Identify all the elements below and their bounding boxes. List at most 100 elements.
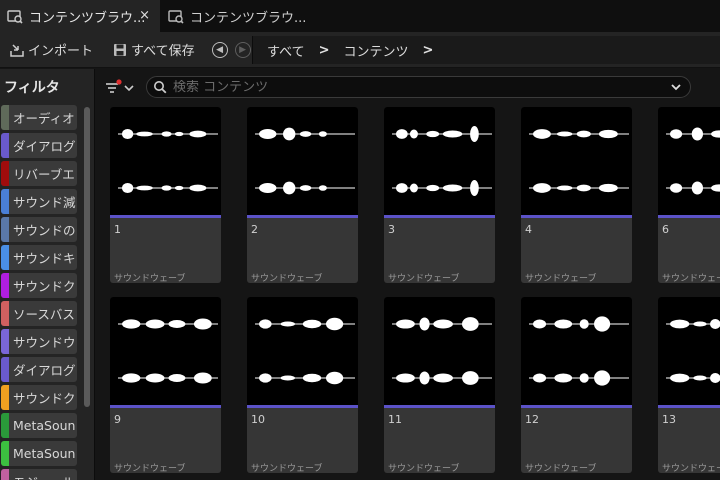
asset-tile[interactable]: 1 サウンドウェーブ xyxy=(110,107,221,283)
filter-label: サウンドの xyxy=(13,223,76,238)
asset-tile[interactable]: 2 サウンドウェーブ xyxy=(247,107,358,283)
chevron-down-icon[interactable] xyxy=(670,81,682,93)
filter-label: リバーブエ xyxy=(13,167,75,182)
filter-label: ソースバス xyxy=(13,307,75,322)
waveform-thumbnail xyxy=(247,107,358,215)
filter-item[interactable]: サウンドウ xyxy=(1,329,77,354)
back-arrow-icon[interactable]: ◀ xyxy=(211,41,228,58)
waveform-icon xyxy=(118,128,218,194)
forward-arrow-icon[interactable]: ▶ xyxy=(234,41,251,58)
filter-item[interactable]: ダイアログ xyxy=(1,357,77,382)
filter-label: ダイアログ xyxy=(13,363,76,378)
close-icon[interactable]: × xyxy=(139,8,150,24)
filter-label: モジュール xyxy=(13,472,75,480)
tab-content-browser-2[interactable]: コンテンツブラウ... xyxy=(161,0,311,32)
content-browser-icon xyxy=(7,10,23,24)
asset-type-label: サウンドウェーブ xyxy=(525,464,597,473)
filter-item[interactable]: サウンド減 xyxy=(1,189,77,214)
filter-label: サウンドク xyxy=(13,279,76,294)
asset-tile[interactable]: 13 サウンドウェーブ xyxy=(658,297,720,473)
filter-label: MetaSoun xyxy=(13,418,76,433)
filter-color-chip xyxy=(1,161,9,186)
search-row xyxy=(96,69,720,105)
save-all-button[interactable]: すべて保存 xyxy=(112,32,195,68)
search-input[interactable] xyxy=(173,79,613,95)
filter-label: オーディオ xyxy=(13,111,75,126)
filter-color-chip xyxy=(1,413,9,438)
asset-tile[interactable]: 3 サウンドウェーブ xyxy=(384,107,495,283)
waveform-thumbnail xyxy=(521,107,632,215)
asset-tile[interactable]: 4 サウンドウェーブ xyxy=(521,107,632,283)
asset-name: 6 xyxy=(662,223,669,236)
filter-color-chip xyxy=(1,245,9,270)
sidebar-scrollbar[interactable] xyxy=(84,107,90,407)
content-browser-icon xyxy=(168,10,184,24)
save-icon xyxy=(114,43,127,56)
toolbar: インポート すべて保存 ◀ ▶ すべて > コンテンツ > xyxy=(0,32,720,68)
filter-item[interactable]: MetaSoun xyxy=(1,441,77,466)
waveform-thumbnail xyxy=(658,297,720,405)
asset-name: 2 xyxy=(251,223,258,236)
breadcrumb: すべて > コンテンツ > xyxy=(252,36,720,64)
asset-type-bar xyxy=(110,405,221,408)
asset-tile[interactable]: 11 サウンドウェーブ xyxy=(384,297,495,473)
filter-label: ダイアログ xyxy=(13,139,76,154)
filter-color-chip xyxy=(1,105,9,130)
filter-color-chip xyxy=(1,385,9,410)
asset-tile[interactable]: 6 サウンドウェーブ xyxy=(658,107,720,283)
asset-type-bar xyxy=(110,215,221,218)
asset-name: 4 xyxy=(525,223,532,236)
chevron-right-icon[interactable]: > xyxy=(319,43,330,58)
filter-color-chip xyxy=(1,133,9,158)
waveform-icon xyxy=(666,318,720,384)
asset-tile[interactable]: 10 サウンドウェーブ xyxy=(247,297,358,473)
asset-type-bar xyxy=(658,215,720,218)
filter-item[interactable]: ダイアログ xyxy=(1,133,77,158)
filter-label: サウンドキ xyxy=(13,251,76,266)
filter-color-chip xyxy=(1,469,9,480)
content-browser-window: コンテンツブラウ... × コンテンツブラウ... インポート すべて保存 ◀ … xyxy=(0,0,720,480)
filter-item[interactable]: サウンドク xyxy=(1,385,77,410)
filter-item[interactable]: モジュール xyxy=(1,469,77,480)
search-box[interactable] xyxy=(146,76,691,98)
filter-sidebar: フィルタ オーディオ ダイアログ リバーブエ サウンド減 サウンドの サウンドキ サウンドク… xyxy=(0,69,95,480)
asset-name: 10 xyxy=(251,413,265,426)
asset-tile[interactable]: 9 サウンドウェーブ xyxy=(110,297,221,473)
asset-name: 9 xyxy=(114,413,121,426)
waveform-thumbnail xyxy=(521,297,632,405)
filter-item[interactable]: MetaSoun xyxy=(1,413,77,438)
filter-dropdown-icon[interactable] xyxy=(104,79,136,97)
asset-type-label: サウンドウェーブ xyxy=(525,274,597,283)
filter-label: サウンドウ xyxy=(13,335,76,350)
import-icon xyxy=(10,43,24,57)
filter-color-chip xyxy=(1,273,9,298)
asset-type-bar xyxy=(247,405,358,408)
filter-label: MetaSoun xyxy=(13,446,76,461)
filter-color-chip xyxy=(1,441,9,466)
filter-item[interactable]: サウンドの xyxy=(1,217,77,242)
filter-item[interactable]: サウンドク xyxy=(1,273,77,298)
waveform-thumbnail xyxy=(247,297,358,405)
filter-color-chip xyxy=(1,217,9,242)
asset-type-bar xyxy=(658,405,720,408)
filter-item[interactable]: ソースバス xyxy=(1,301,77,326)
tab-content-browser-1[interactable]: コンテンツブラウ... × xyxy=(0,0,160,32)
tab-label: コンテンツブラウ... xyxy=(190,10,307,26)
asset-type-label: サウンドウェーブ xyxy=(251,464,323,473)
filter-title: フィルタ xyxy=(4,80,60,96)
asset-type-bar xyxy=(247,215,358,218)
filter-color-chip xyxy=(1,301,9,326)
waveform-icon xyxy=(118,318,218,384)
filter-item[interactable]: オーディオ xyxy=(1,105,77,130)
filter-item[interactable]: サウンドキ xyxy=(1,245,77,270)
asset-type-bar xyxy=(521,405,632,408)
tab-bar: コンテンツブラウ... × コンテンツブラウ... xyxy=(0,0,720,32)
breadcrumb-item-all[interactable]: すべて xyxy=(267,41,305,60)
asset-tile[interactable]: 12 サウンドウェーブ xyxy=(521,297,632,473)
chevron-right-icon[interactable]: > xyxy=(423,43,434,58)
filter-item[interactable]: リバーブエ xyxy=(1,161,77,186)
breadcrumb-item-content[interactable]: コンテンツ xyxy=(343,41,408,60)
import-button[interactable]: インポート xyxy=(9,32,93,68)
asset-name: 11 xyxy=(388,413,402,426)
waveform-icon xyxy=(392,126,492,196)
